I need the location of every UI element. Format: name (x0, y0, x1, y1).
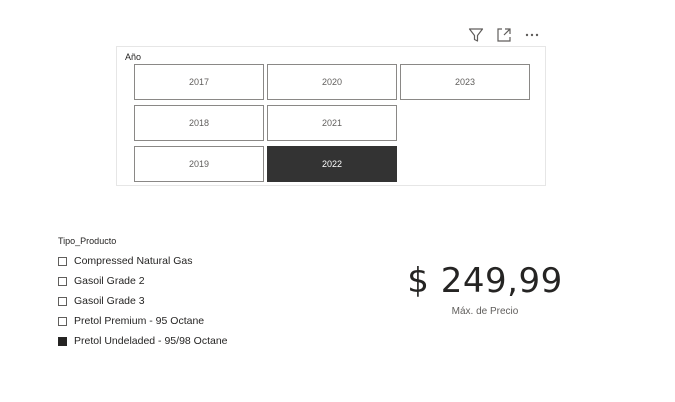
kpi-card: $ 249,99 Máx. de Precio (400, 264, 570, 317)
product-option-label: Pretol Undeladed - 95/98 Octane (74, 335, 228, 347)
checkbox[interactable] (58, 296, 67, 306)
year-tile[interactable]: 2017 (134, 64, 264, 100)
checkbox[interactable] (58, 256, 67, 266)
year-slicer-title: Año (125, 52, 142, 62)
product-option[interactable]: Pretol Undeladed - 95/98 Octane (58, 331, 228, 351)
product-option[interactable]: Gasoil Grade 2 (58, 271, 228, 291)
product-option-label: Gasoil Grade 3 (74, 295, 145, 307)
product-slicer: Tipo_Producto Compressed Natural Gas Gas… (58, 236, 228, 351)
more-options-icon[interactable] (522, 26, 542, 44)
year-tile[interactable]: 2019 (134, 146, 264, 182)
visual-header (466, 26, 542, 44)
product-slicer-title: Tipo_Producto (58, 236, 117, 246)
product-option-label: Pretol Premium - 95 Octane (74, 315, 205, 327)
filter-icon[interactable] (466, 26, 486, 44)
checkbox[interactable] (58, 316, 67, 326)
year-tile[interactable]: 2020 (267, 64, 397, 100)
product-option[interactable]: Gasoil Grade 3 (58, 291, 228, 311)
product-option[interactable]: Pretol Premium - 95 Octane (58, 311, 228, 331)
product-option-label: Gasoil Grade 2 (74, 275, 145, 287)
year-tile[interactable]: 2021 (267, 105, 397, 141)
checkbox[interactable] (58, 276, 67, 286)
year-tile[interactable]: 2018 (134, 105, 264, 141)
checkbox[interactable] (58, 336, 67, 346)
year-slicer: Año 2017 2020 2023 2018 2021 2019 2022 (116, 46, 546, 186)
product-option-label: Compressed Natural Gas (74, 255, 193, 267)
kpi-label: Máx. de Precio (451, 306, 519, 317)
focus-mode-icon[interactable] (494, 26, 514, 44)
year-tile[interactable]: 2022 (267, 146, 397, 182)
product-option[interactable]: Compressed Natural Gas (58, 251, 228, 271)
kpi-value: $ 249,99 (407, 261, 563, 301)
year-tile[interactable]: 2023 (400, 64, 530, 100)
